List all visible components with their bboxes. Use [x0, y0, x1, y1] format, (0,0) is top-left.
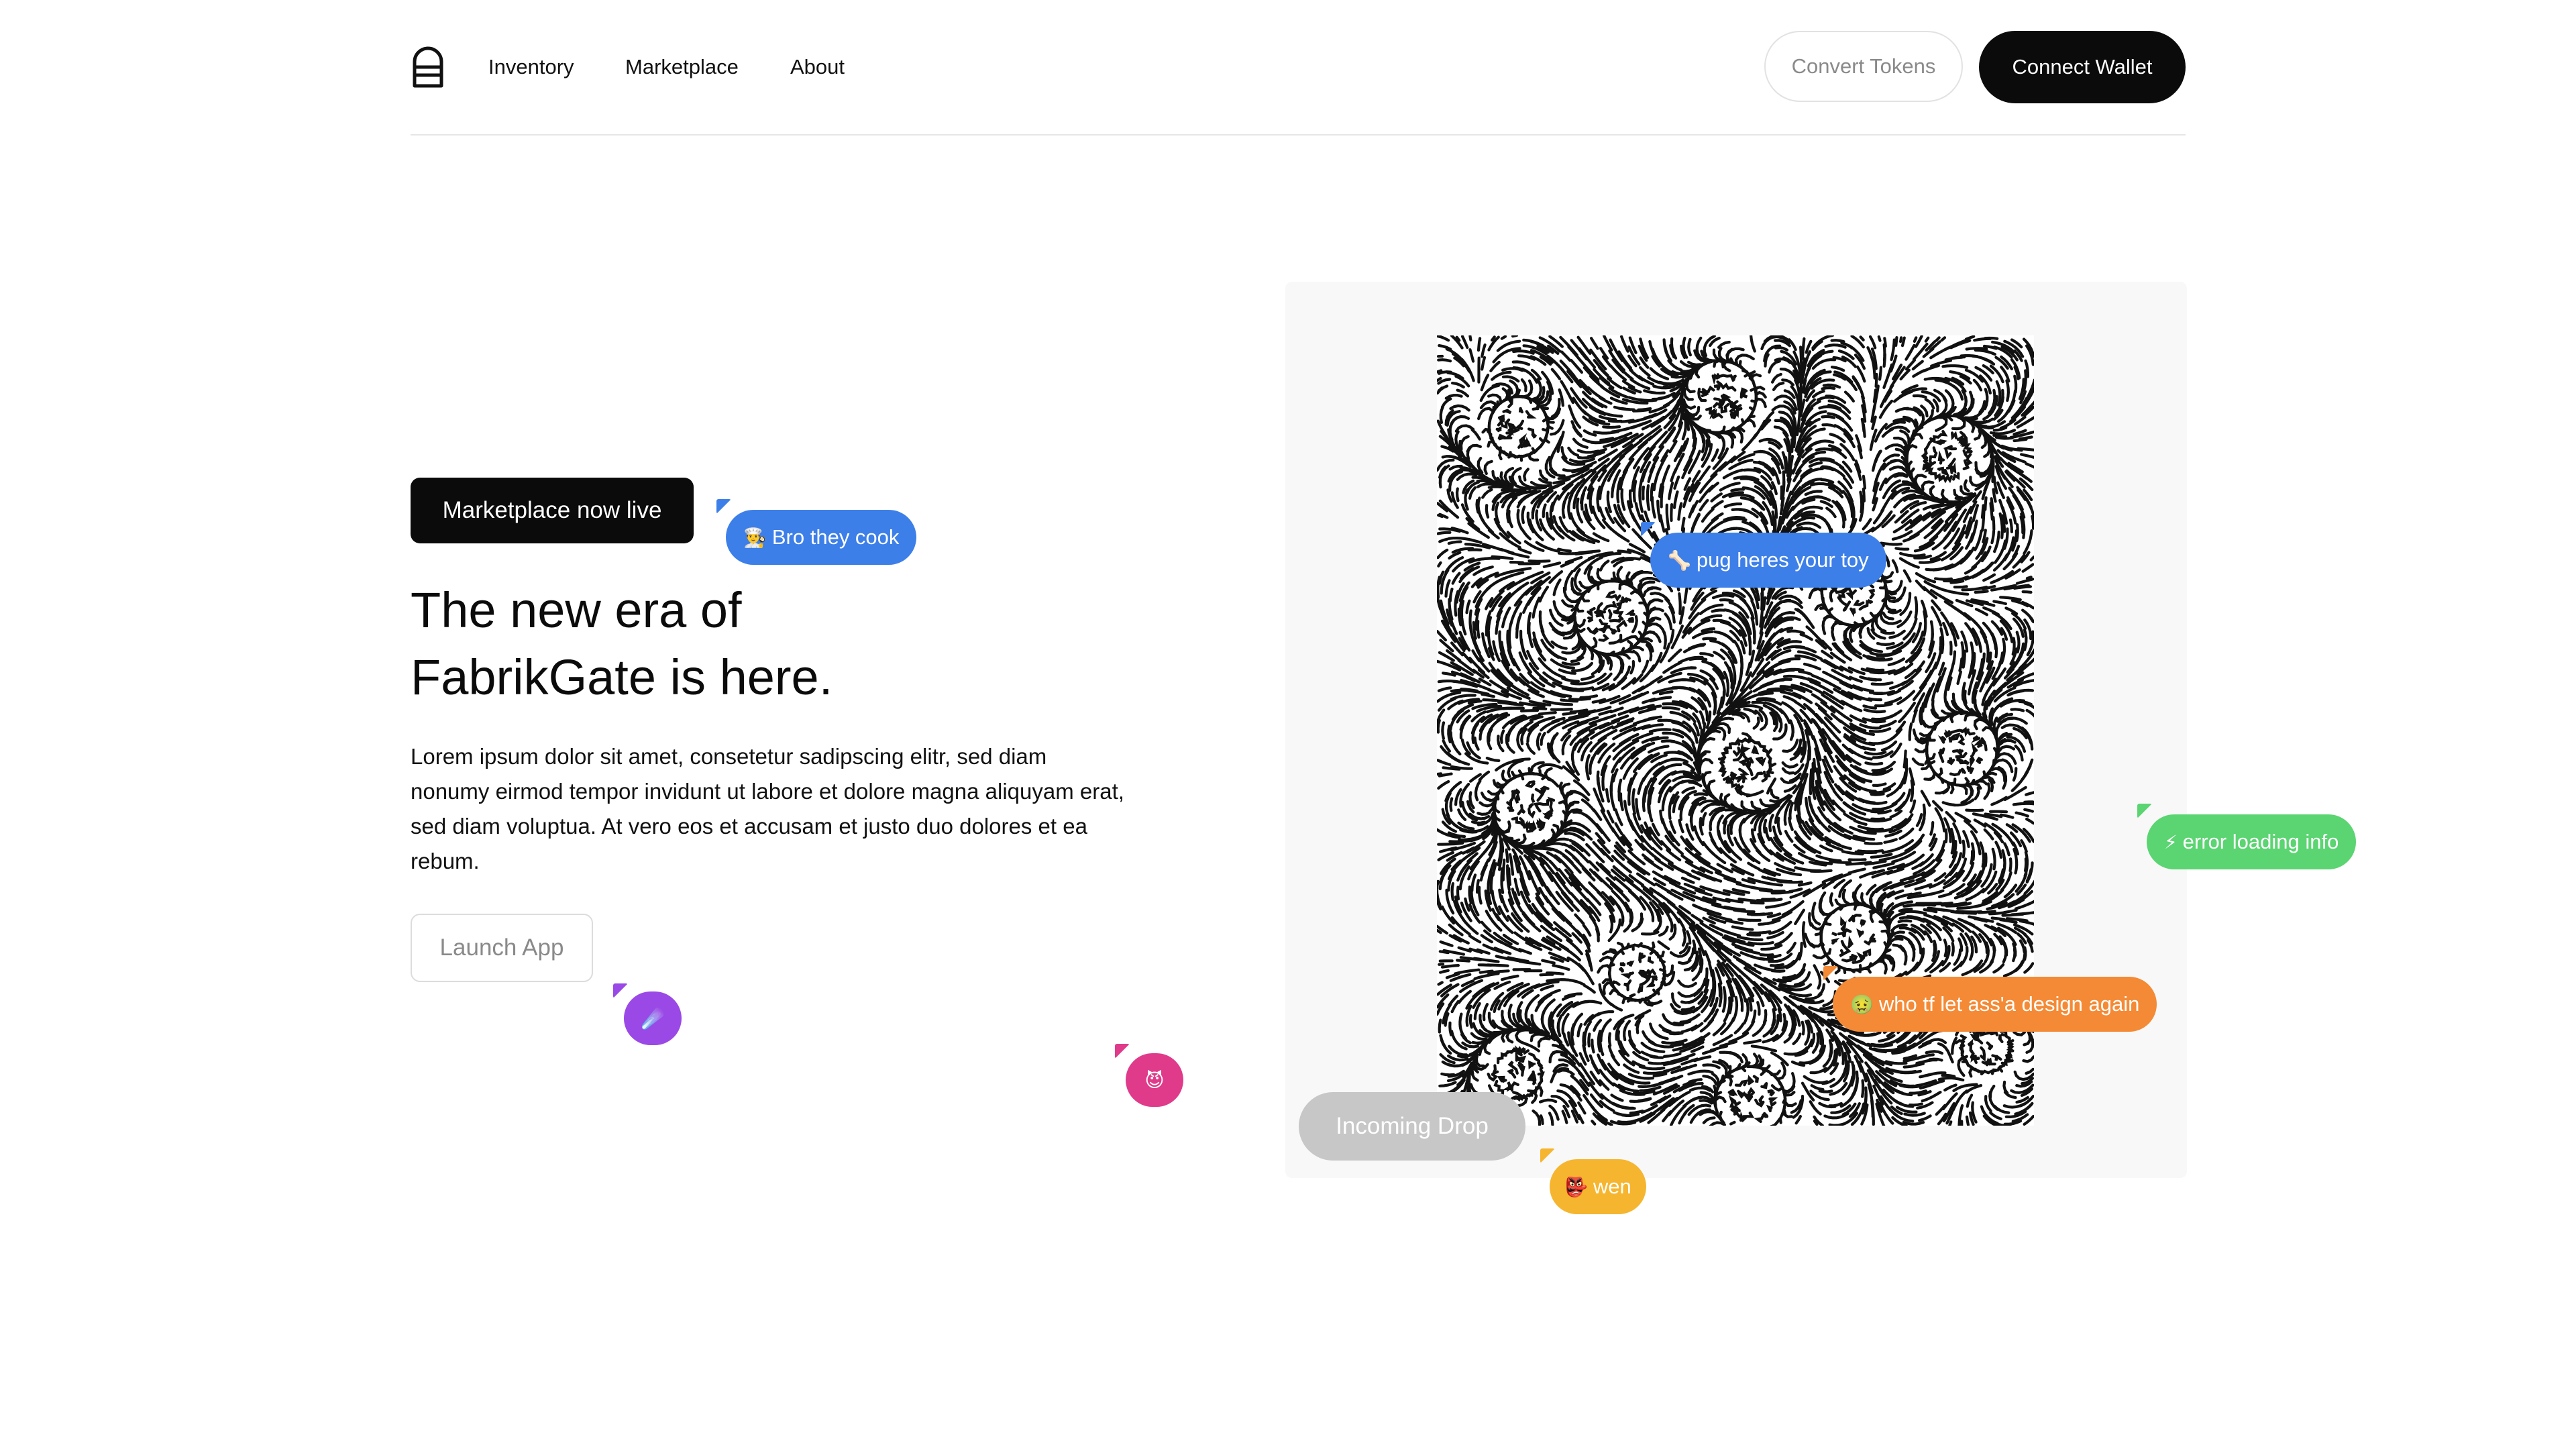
lightning-emoji-icon: ⚡: [2164, 830, 2178, 853]
chat-bubble-text: error loading info: [2182, 830, 2339, 853]
marketplace-live-badge: Marketplace now live: [411, 478, 694, 543]
chat-bubble: ⚡ error loading info: [2147, 814, 2357, 869]
hero-description: Lorem ipsum dolor sit amet, consetetur s…: [411, 744, 1124, 873]
hero-title-line-1: The new era of: [411, 582, 742, 638]
nav-marketplace-link[interactable]: Marketplace: [625, 51, 739, 83]
chat-bubble: 👺 wen: [1550, 1159, 1646, 1214]
cursor-pointer-icon: [613, 983, 628, 998]
hero-title: The new era of FabrikGate is here.: [411, 577, 1081, 711]
nav-about-link[interactable]: About: [790, 51, 845, 83]
nav-inventory-link[interactable]: Inventory: [488, 51, 574, 83]
chat-bubble: ☄️: [624, 991, 682, 1045]
bone-emoji-icon: 🦴: [1668, 549, 1691, 572]
chat-bubble: 🤢 who tf let ass'a design again: [1833, 977, 2157, 1032]
devil-emoji-icon: 😈: [1144, 1069, 1165, 1091]
connect-wallet-button[interactable]: Connect Wallet: [1979, 31, 2186, 103]
cursor-pointer-icon: [1115, 1044, 1130, 1059]
header-divider: [411, 134, 2186, 136]
convert-tokens-button[interactable]: Convert Tokens: [1764, 31, 1963, 102]
chat-bubble-text: who tf let ass'a design again: [1878, 992, 2140, 1016]
hero-title-line-2: FabrikGate is here.: [411, 649, 833, 705]
chat-bubble-text: pug heres your toy: [1696, 548, 1869, 572]
chat-bubble: 👨‍🍳 Bro they cook: [726, 510, 917, 565]
chat-bubble: 😈: [1126, 1053, 1183, 1107]
chat-bubble: 🦴 pug heres your toy: [1650, 533, 1886, 588]
fabrikgate-logo-icon[interactable]: [411, 46, 445, 89]
launch-app-button[interactable]: Launch App: [411, 914, 593, 982]
chat-bubble-text: Bro they cook: [771, 525, 900, 549]
cursor-pointer-icon: [716, 499, 731, 514]
incoming-drop-pill: Incoming Drop: [1299, 1092, 1525, 1161]
chat-bubble-text: wen: [1593, 1175, 1631, 1198]
goblin-emoji-icon: 👺: [1564, 1175, 1588, 1198]
chef-emoji-icon: 👨‍🍳: [743, 526, 767, 549]
comet-emoji-icon: ☄️: [641, 1007, 665, 1030]
nauseated-emoji-icon: 🤢: [1850, 993, 1874, 1016]
